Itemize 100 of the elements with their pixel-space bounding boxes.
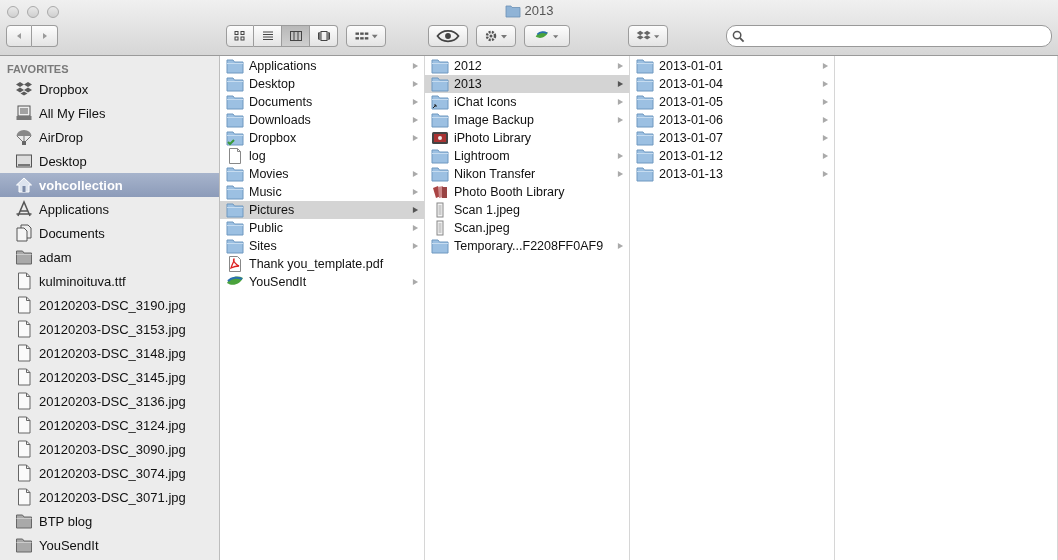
file-item[interactable]: Desktop (220, 75, 424, 93)
sidebar-item[interactable]: 20120203-DSC_3074.jpg (0, 461, 219, 485)
file-item[interactable]: 2013-01-12 (630, 147, 834, 165)
document-icon (15, 368, 33, 386)
monitor-icon (15, 152, 33, 170)
folder-icon (636, 130, 654, 146)
folder-icon (226, 238, 244, 254)
file-item[interactable]: Scan 1.jpeg (425, 201, 629, 219)
file-item[interactable]: 2013-01-06 (630, 111, 834, 129)
file-item[interactable]: 2013-01-04 (630, 75, 834, 93)
file-item[interactable]: Music (220, 183, 424, 201)
document-icon (15, 440, 33, 458)
file-item[interactable]: Sites (220, 237, 424, 255)
folder-icon (226, 184, 244, 200)
house-icon (15, 176, 33, 194)
back-button[interactable] (6, 25, 32, 47)
icon-view-icon (233, 30, 247, 42)
documents-icon (15, 224, 33, 242)
dropbox-icon (15, 80, 33, 98)
file-item[interactable]: 2012 (425, 57, 629, 75)
file-item[interactable]: 2013-01-13 (630, 165, 834, 183)
sidebar-item[interactable]: BTP blog (0, 509, 219, 533)
sidebar-item[interactable]: Desktop (0, 149, 219, 173)
sidebar-heading: FAVORITES (6, 62, 70, 77)
file-item[interactable]: log (220, 147, 424, 165)
document-icon (15, 296, 33, 314)
quick-look-button[interactable] (428, 25, 468, 47)
file-item[interactable]: Documents (220, 93, 424, 111)
folder-icon (15, 536, 33, 554)
file-item[interactable]: Pictures (220, 201, 424, 219)
sidebar-item[interactable]: kulminoituva.ttf (0, 269, 219, 293)
sidebar-item[interactable]: AirDrop (0, 125, 219, 149)
sidebar-item[interactable]: 20120203-DSC_3136.jpg (0, 389, 219, 413)
yousendit-button[interactable] (524, 25, 570, 47)
folder-icon (226, 76, 244, 92)
sidebar-item[interactable]: 20120203-DSC_3124.jpg (0, 413, 219, 437)
file-item[interactable]: iChat Icons (425, 93, 629, 111)
document-icon (15, 488, 33, 506)
pdf-icon (226, 256, 244, 272)
sidebar-item[interactable]: Dropbox (0, 77, 219, 101)
sidebar-item[interactable]: YouSendIt (0, 533, 219, 557)
file-item[interactable]: 2013 (425, 75, 629, 93)
document-icon (15, 464, 33, 482)
folder-icon (226, 220, 244, 236)
photo-strip-icon (431, 184, 449, 200)
file-item[interactable]: 2013-01-07 (630, 129, 834, 147)
file-item[interactable]: Temporary...F2208FF0AF9 (425, 237, 629, 255)
sidebar-item[interactable]: adam (0, 245, 219, 269)
list-view-button[interactable] (254, 25, 282, 47)
icon-view-button[interactable] (226, 25, 254, 47)
sidebar-item[interactable]: 20120203-DSC_3071.jpg (0, 485, 219, 509)
column-view-icon (288, 30, 303, 42)
action-button[interactable] (476, 25, 516, 47)
eye-icon (435, 29, 461, 43)
arrange-button[interactable] (346, 25, 386, 47)
apps-icon (15, 200, 33, 218)
folder-icon (431, 94, 449, 110)
forward-button[interactable] (32, 25, 58, 47)
sidebar-item[interactable]: 20120203-DSC_3153.jpg (0, 317, 219, 341)
column-view-button[interactable] (282, 25, 310, 47)
dropbox-button[interactable] (628, 25, 668, 47)
folder-icon (226, 112, 244, 128)
file-item[interactable]: Downloads (220, 111, 424, 129)
file-item[interactable]: Movies (220, 165, 424, 183)
file-item[interactable]: Photo Booth Library (425, 183, 629, 201)
file-item[interactable]: Nikon Transfer (425, 165, 629, 183)
file-item[interactable]: Public (220, 219, 424, 237)
file-item[interactable]: YouSendIt (220, 273, 424, 291)
file-item[interactable]: Applications (220, 57, 424, 75)
file-item[interactable]: Image Backup (425, 111, 629, 129)
folder-icon (226, 202, 244, 218)
search-field[interactable] (726, 25, 1052, 47)
sidebar-item[interactable]: All My Files (0, 101, 219, 125)
file-item[interactable]: Dropbox (220, 129, 424, 147)
sidebar-item[interactable]: 20120203-DSC_3090.jpg (0, 437, 219, 461)
folder-icon (431, 112, 449, 128)
file-item[interactable]: 2013-01-01 (630, 57, 834, 75)
folder-icon (504, 3, 521, 18)
folder-icon (636, 148, 654, 164)
folder-icon (636, 76, 654, 92)
file-item[interactable]: iPhoto Library (425, 129, 629, 147)
list-view-icon (260, 30, 275, 42)
file-item[interactable]: Thank you_template.pdf (220, 255, 424, 273)
file-item[interactable]: 2013-01-05 (630, 93, 834, 111)
document-icon (15, 392, 33, 410)
sidebar-item[interactable]: 20120203-DSC_3190.jpg (0, 293, 219, 317)
folder-icon (636, 94, 654, 110)
document-icon (226, 148, 244, 164)
sidebar-item[interactable]: Applications (0, 197, 219, 221)
sidebar-item[interactable]: 20120203-DSC_3145.jpg (0, 365, 219, 389)
cover-flow-icon (316, 30, 331, 42)
cover-flow-button[interactable] (310, 25, 338, 47)
sidebar-item[interactable]: Documents (0, 221, 219, 245)
folder-icon (636, 166, 654, 182)
sidebar-item[interactable]: 20120203-DSC_3148.jpg (0, 341, 219, 365)
gear-menu-icon (483, 29, 509, 43)
file-item[interactable]: Lightroom (425, 147, 629, 165)
folder-icon (226, 94, 244, 110)
file-item[interactable]: Scan.jpeg (425, 219, 629, 237)
folder-icon (431, 148, 449, 164)
